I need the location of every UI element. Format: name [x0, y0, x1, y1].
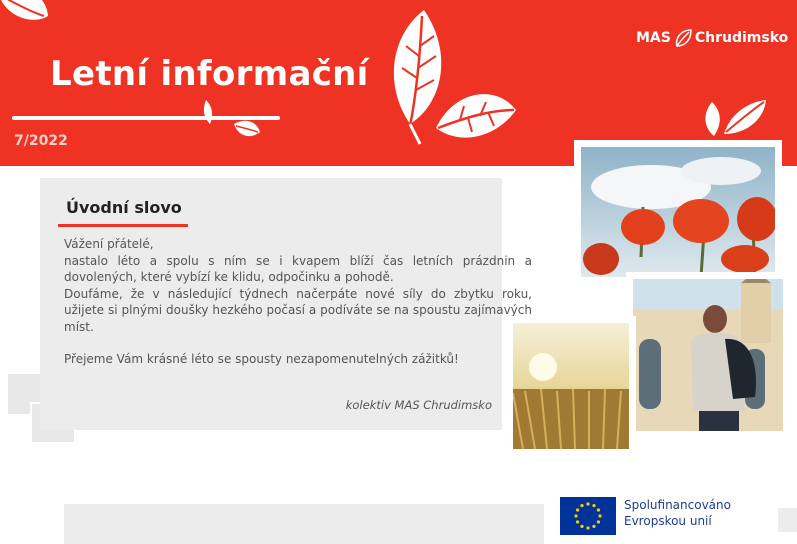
intro-heading: Úvodní slovo [66, 198, 182, 217]
leaf-icon [1, 0, 48, 20]
leaf-icon [705, 100, 766, 136]
intro-heading-underline [58, 224, 188, 227]
poppies-photo [574, 140, 782, 284]
leaf-icon [393, 10, 516, 145]
eu-flag-icon [560, 497, 616, 535]
next-section-panel [64, 504, 544, 544]
intro-text: Vážení přátelé, nastalo léto a spolu s n… [64, 236, 532, 368]
issue-number: 7/2022 [14, 133, 68, 149]
intro-greeting: Vážení přátelé, [64, 237, 154, 251]
logo-prefix: MAS [636, 30, 671, 46]
eu-text: Spolufinancováno Evropskou unií [624, 497, 731, 529]
leaf-icon [203, 100, 260, 137]
decor-panel [778, 508, 797, 532]
intro-paragraph: nastalo léto a spolu s ním se i kvapem b… [64, 253, 532, 285]
mas-logo-leaf-icon [675, 29, 692, 47]
intro-signature: kolektiv MAS Chrudimsko [345, 398, 492, 412]
eu-text-line: Evropskou unií [624, 514, 712, 528]
intro-paragraph: Doufáme, že v následující týdnech načerp… [64, 286, 532, 334]
intro-wish: Přejeme Vám krásné léto se spousty nezap… [64, 352, 459, 366]
title-underline [12, 116, 280, 120]
eu-text-line: Spolufinancováno [624, 498, 731, 512]
newsletter-title: Letní informační [50, 54, 369, 94]
field-photo [506, 316, 636, 456]
logo-name: Chrudimsko [694, 30, 789, 46]
mas-logo[interactable]: MAS Chrudimsko [636, 28, 788, 48]
eu-cofinancing-badge: Spolufinancováno Evropskou unií [560, 497, 731, 535]
intro-panel: Úvodní slovo Vážení přátelé, nastalo lét… [40, 178, 532, 430]
tourist-photo [626, 272, 790, 438]
